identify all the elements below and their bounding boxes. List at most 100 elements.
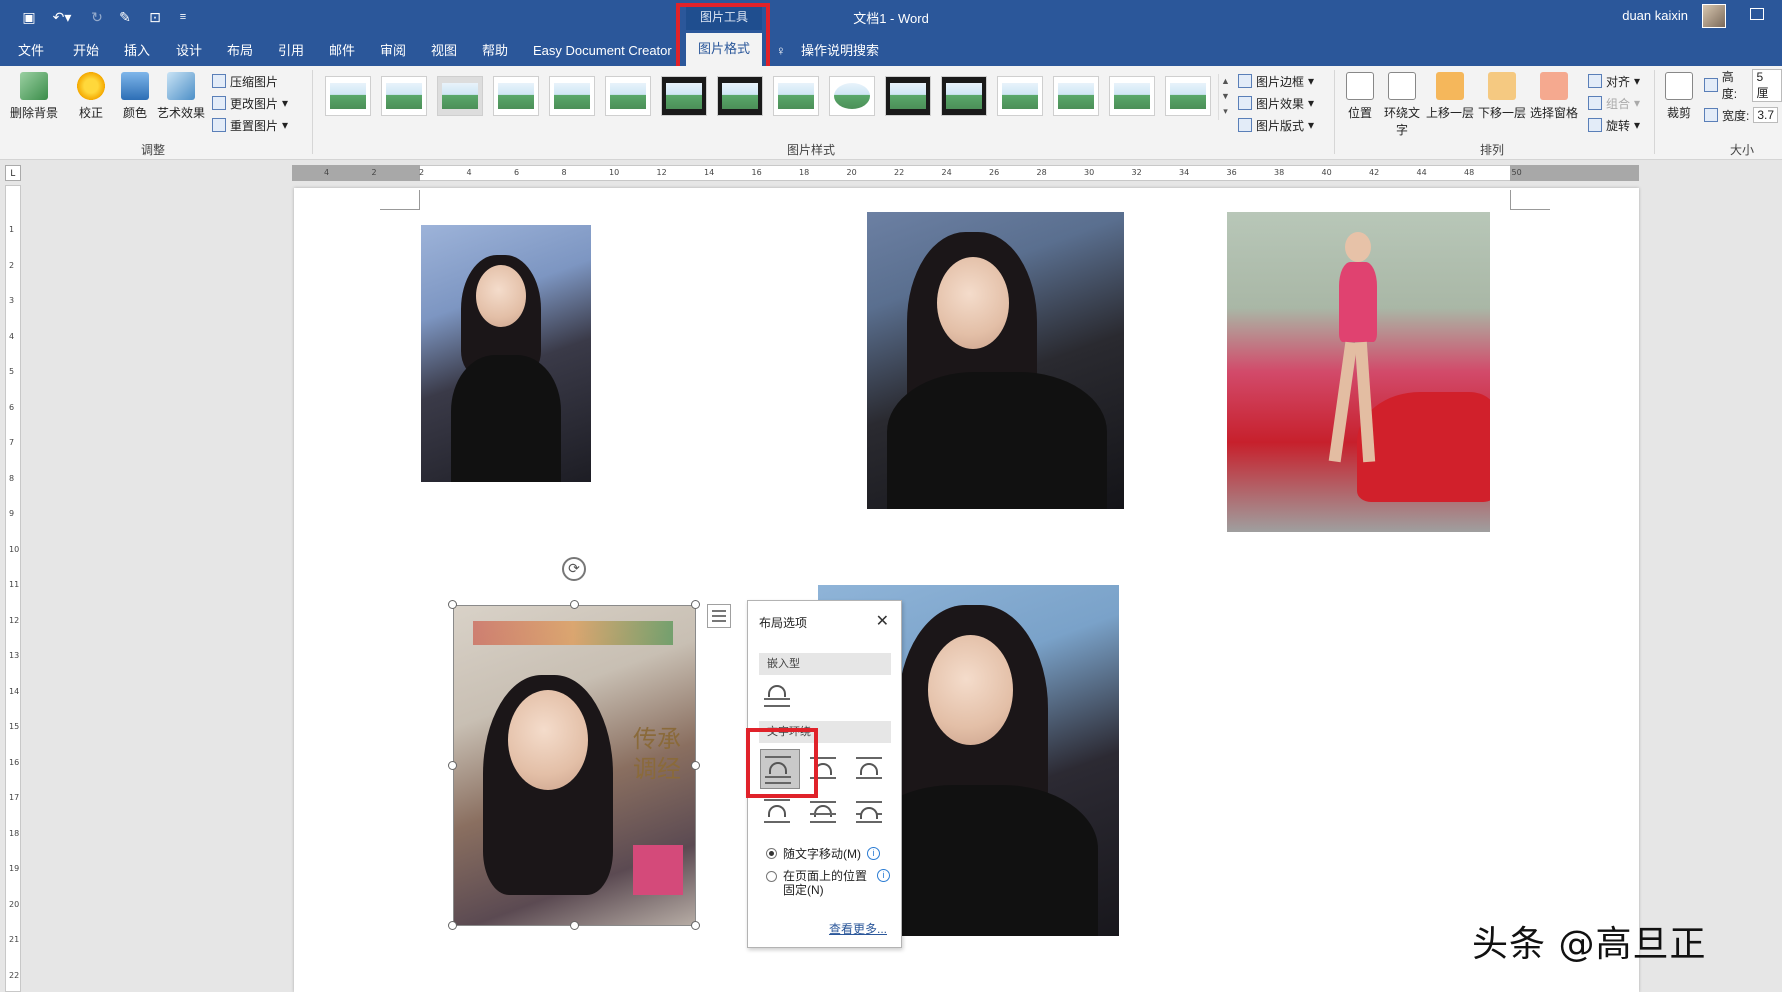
resize-handle-right[interactable] xyxy=(691,761,700,770)
picture-effects-button[interactable]: 图片效果 ▾ xyxy=(1238,94,1314,112)
picture-style-1[interactable] xyxy=(325,76,371,116)
resize-handle-top[interactable] xyxy=(570,600,579,609)
resize-handle-bottom-right[interactable] xyxy=(691,921,700,930)
picture-style-5[interactable] xyxy=(549,76,595,116)
picture-layout-icon xyxy=(1238,118,1252,132)
rotate-handle[interactable]: ⟳ xyxy=(562,557,586,581)
touch-mode-icon[interactable]: ⊡ xyxy=(144,8,166,26)
position-button[interactable]: 位置 xyxy=(1346,72,1374,121)
ruler-tick-label: 2 xyxy=(419,168,425,177)
selection-pane-button[interactable]: 选择窗格 xyxy=(1530,72,1578,121)
tell-me-search[interactable]: 操作说明搜索 xyxy=(801,41,879,61)
picture-border-button[interactable]: 图片边框 ▾ xyxy=(1238,72,1314,90)
picture-style-11[interactable] xyxy=(885,76,931,116)
group-label: 组合 xyxy=(1606,96,1631,111)
picture-style-8[interactable] xyxy=(717,76,763,116)
ribbon-display-options-icon[interactable] xyxy=(1750,8,1764,20)
resize-handle-bottom[interactable] xyxy=(570,921,579,930)
picture-style-14[interactable] xyxy=(1053,76,1099,116)
reset-picture-button[interactable]: 重置图片 ▾ xyxy=(212,116,288,134)
tab-mailings[interactable]: 邮件 xyxy=(329,41,355,61)
user-name[interactable]: duan kaixin xyxy=(1622,8,1688,23)
picture-style-15[interactable] xyxy=(1109,76,1155,116)
color-label: 颜色 xyxy=(122,106,147,120)
corrections-button[interactable]: 校正 xyxy=(74,72,108,121)
picture-style-16[interactable] xyxy=(1165,76,1211,116)
photo-woman-red-car[interactable] xyxy=(1227,212,1490,532)
picture-tools-group-label: 图片工具 xyxy=(686,4,762,30)
wrap-text-button[interactable]: 环绕文字 xyxy=(1382,72,1422,138)
resize-handle-top-left[interactable] xyxy=(448,600,457,609)
bring-forward-button[interactable]: 上移一层 xyxy=(1426,72,1474,121)
info-icon[interactable]: i xyxy=(867,847,880,860)
width-value[interactable]: 3.7 xyxy=(1753,107,1779,123)
tab-stop-selector[interactable]: L xyxy=(5,165,21,181)
wrap-through-icon[interactable] xyxy=(852,753,886,783)
compress-label: 压缩图片 xyxy=(230,74,279,89)
resize-handle-top-right[interactable] xyxy=(691,600,700,609)
remove-background-label: 删除背景 xyxy=(9,106,58,120)
see-more-link[interactable]: 查看更多... xyxy=(829,920,887,937)
position-icon xyxy=(1346,72,1374,100)
layout-options-button[interactable] xyxy=(707,604,731,628)
change-picture-button[interactable]: 更改图片 ▾ xyxy=(212,94,288,112)
tab-easy-document-creator[interactable]: Easy Document Creator xyxy=(533,41,672,61)
color-button[interactable]: 颜色 xyxy=(118,72,152,121)
save-icon[interactable]: ▣ xyxy=(20,8,38,26)
tab-help[interactable]: 帮助 xyxy=(482,41,508,61)
avatar[interactable] xyxy=(1702,4,1726,28)
group-icon xyxy=(1588,96,1602,110)
picture-style-4[interactable] xyxy=(493,76,539,116)
tab-file[interactable]: 文件 xyxy=(18,41,44,61)
tab-review[interactable]: 审阅 xyxy=(380,41,406,61)
crop-button[interactable]: 裁剪 xyxy=(1664,72,1694,121)
lightbulb-icon: ♀ xyxy=(776,43,786,58)
photo-woman-blazer-2[interactable] xyxy=(867,212,1124,509)
tab-home[interactable]: 开始 xyxy=(73,41,99,61)
close-icon[interactable]: ✕ xyxy=(876,611,889,631)
picture-style-12[interactable] xyxy=(941,76,987,116)
tab-insert[interactable]: 插入 xyxy=(124,41,150,61)
resize-handle-bottom-left[interactable] xyxy=(448,921,457,930)
artistic-effects-button[interactable]: 艺术效果 xyxy=(156,72,206,121)
picture-style-9[interactable] xyxy=(773,76,819,116)
wrap-tight-icon[interactable] xyxy=(806,753,840,783)
picture-style-10[interactable] xyxy=(829,76,875,116)
tab-design[interactable]: 设计 xyxy=(176,41,202,61)
picture-style-13[interactable] xyxy=(997,76,1043,116)
wrap-top-bottom-icon[interactable] xyxy=(760,797,794,827)
fix-position-radio[interactable]: 在页面上的位置固定(N) i xyxy=(766,869,890,897)
wrap-in-front-icon[interactable] xyxy=(852,797,886,827)
format-painter-icon[interactable]: ✎ xyxy=(116,8,134,26)
picture-style-3[interactable] xyxy=(437,76,483,116)
photo-woman-blazer-1[interactable] xyxy=(421,225,591,482)
picture-style-2[interactable] xyxy=(381,76,427,116)
send-backward-button[interactable]: 下移一层 xyxy=(1478,72,1526,121)
width-field[interactable]: 宽度: 3.7 xyxy=(1704,106,1779,124)
tab-view[interactable]: 视图 xyxy=(431,41,457,61)
rotate-label: 旋转 xyxy=(1606,118,1631,133)
wrap-behind-text-icon[interactable] xyxy=(806,797,840,827)
picture-layout-button[interactable]: 图片版式 ▾ xyxy=(1238,116,1314,134)
height-field[interactable]: 高度: 5 厘 xyxy=(1704,68,1782,102)
remove-background-button[interactable]: 删除背景 xyxy=(8,72,60,121)
align-button[interactable]: 对齐 ▾ xyxy=(1588,72,1640,90)
gallery-scroll[interactable]: ▲ ▼ ▾ xyxy=(1218,74,1232,120)
height-value[interactable]: 5 厘 xyxy=(1752,68,1782,102)
customize-qat-icon[interactable]: ≡ xyxy=(176,8,190,26)
picture-style-6[interactable] xyxy=(605,76,651,116)
undo-icon[interactable]: ↶▾ xyxy=(48,8,76,26)
tab-references[interactable]: 引用 xyxy=(278,41,304,61)
redo-icon[interactable]: ↻ xyxy=(88,8,106,26)
resize-handle-left[interactable] xyxy=(448,761,457,770)
picture-style-7[interactable] xyxy=(661,76,707,116)
info-icon[interactable]: i xyxy=(877,869,890,882)
tab-picture-format[interactable]: 图片格式 xyxy=(686,33,762,66)
move-with-text-radio[interactable]: 随文字移动(M) i xyxy=(766,845,880,862)
wrap-inline-icon[interactable] xyxy=(760,681,794,711)
compress-pictures-button[interactable]: 压缩图片 xyxy=(212,72,278,90)
group-button[interactable]: 组合 ▾ xyxy=(1588,94,1640,112)
rotate-button[interactable]: 旋转 ▾ xyxy=(1588,116,1640,134)
tab-layout[interactable]: 布局 xyxy=(227,41,253,61)
wrap-square-icon[interactable] xyxy=(760,749,800,789)
